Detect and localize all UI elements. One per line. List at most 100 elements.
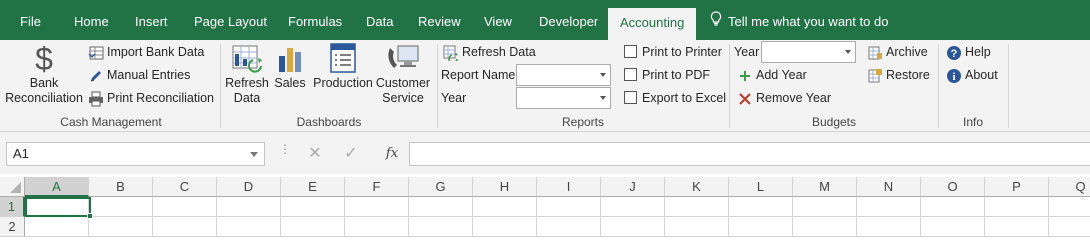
sheet-cell[interactable] xyxy=(921,217,985,237)
bank-reconciliation-button[interactable]: $ Bank Reconciliation xyxy=(4,41,84,106)
column-header[interactable]: A xyxy=(25,177,89,197)
column-header[interactable]: C xyxy=(153,177,217,197)
formula-input[interactable] xyxy=(409,142,1090,166)
column-header[interactable]: K xyxy=(665,177,729,197)
chevron-down-icon xyxy=(600,73,606,77)
sheet-cell[interactable] xyxy=(729,197,793,217)
help-button[interactable]: ? Help xyxy=(946,42,991,62)
column-header[interactable]: M xyxy=(793,177,857,197)
tab-review[interactable]: Review xyxy=(418,0,461,40)
sheet-cell[interactable] xyxy=(537,197,601,217)
refresh-dashboard-label-line1: Refresh xyxy=(225,76,269,90)
archive-button[interactable]: Archive xyxy=(867,42,928,62)
sheet-cell[interactable] xyxy=(1049,217,1090,237)
remove-year-button[interactable]: Remove Year xyxy=(737,88,831,108)
sheet-cell[interactable] xyxy=(345,197,409,217)
sheet-cell[interactable] xyxy=(281,217,345,237)
tab-home[interactable]: Home xyxy=(74,0,109,40)
tab-developer[interactable]: Developer xyxy=(539,0,598,40)
column-header[interactable]: Q xyxy=(1049,177,1090,197)
select-all-button[interactable] xyxy=(0,177,25,197)
enter-icon[interactable]: ✓ xyxy=(336,142,366,166)
column-header[interactable]: L xyxy=(729,177,793,197)
customer-service-dashboard-button[interactable]: Customer Service xyxy=(374,42,432,106)
sheet-cell[interactable] xyxy=(601,217,665,237)
tab-insert[interactable]: Insert xyxy=(135,0,168,40)
column-header[interactable]: B xyxy=(89,177,153,197)
report-year-select[interactable] xyxy=(516,87,611,109)
column-header[interactable]: N xyxy=(857,177,921,197)
sheet-cell[interactable] xyxy=(793,217,857,237)
sheet-cell[interactable] xyxy=(281,197,345,217)
sheet-cell[interactable] xyxy=(665,217,729,237)
print-to-printer-checkbox[interactable]: Print to Printer xyxy=(624,42,722,62)
column-header[interactable]: D xyxy=(217,177,281,197)
refresh-dashboard-label-line2: Data xyxy=(233,91,261,105)
column-header[interactable]: I xyxy=(537,177,601,197)
tab-accounting[interactable]: Accounting xyxy=(608,8,697,40)
sheet-cell[interactable] xyxy=(409,217,473,237)
column-header[interactable]: E xyxy=(281,177,345,197)
sheet-cell[interactable] xyxy=(153,217,217,237)
row-header[interactable]: 1 xyxy=(0,197,25,217)
print-to-printer-label: Print to Printer xyxy=(642,45,722,59)
sheet-cell[interactable] xyxy=(985,197,1049,217)
sheet-cell[interactable] xyxy=(409,197,473,217)
sheet-cell[interactable] xyxy=(729,217,793,237)
production-dashboard-button[interactable]: Production xyxy=(310,42,376,91)
sheet-cell[interactable] xyxy=(217,217,281,237)
sheet-cell[interactable] xyxy=(345,217,409,237)
add-year-button[interactable]: Add Year xyxy=(737,65,807,85)
column-header[interactable]: H xyxy=(473,177,537,197)
sheet-cell[interactable] xyxy=(217,197,281,217)
tab-page-layout[interactable]: Page Layout xyxy=(194,0,267,40)
budget-year-select[interactable] xyxy=(761,41,856,63)
insert-function-button[interactable]: fx xyxy=(377,142,407,166)
tab-file[interactable]: File xyxy=(20,0,41,40)
refresh-dashboard-button[interactable]: Refresh Data xyxy=(224,42,270,106)
sheet-cell[interactable] xyxy=(665,197,729,217)
export-to-excel-checkbox[interactable]: Export to Excel xyxy=(624,88,726,108)
tell-me-search[interactable]: Tell me what you want to do xyxy=(710,0,888,40)
report-name-select[interactable] xyxy=(516,64,611,86)
sheet-cell[interactable] xyxy=(473,217,537,237)
column-header[interactable]: G xyxy=(409,177,473,197)
column-header[interactable]: F xyxy=(345,177,409,197)
sheet-cell[interactable] xyxy=(537,217,601,237)
column-header[interactable]: J xyxy=(601,177,665,197)
import-bank-data-button[interactable]: Import Bank Data xyxy=(88,42,204,62)
name-box[interactable]: A1 xyxy=(6,142,265,166)
restore-button[interactable]: Restore xyxy=(867,65,930,85)
manual-entries-button[interactable]: Manual Entries xyxy=(88,65,190,85)
column-header[interactable]: P xyxy=(985,177,1049,197)
printer-icon xyxy=(88,91,104,107)
sheet-cell[interactable] xyxy=(25,217,89,237)
sheet-cell[interactable] xyxy=(601,197,665,217)
sheet-cell[interactable] xyxy=(985,217,1049,237)
sheet-cell[interactable] xyxy=(473,197,537,217)
sheet-cell[interactable] xyxy=(921,197,985,217)
name-box-value: A1 xyxy=(13,146,29,161)
group-separator xyxy=(220,44,221,128)
fill-handle[interactable] xyxy=(87,213,93,219)
print-reconciliation-button[interactable]: Print Reconciliation xyxy=(88,88,214,108)
column-header[interactable]: O xyxy=(921,177,985,197)
sheet-cell[interactable] xyxy=(89,197,153,217)
active-cell-cursor[interactable] xyxy=(25,197,93,219)
print-to-pdf-checkbox[interactable]: Print to PDF xyxy=(624,65,710,85)
tab-data[interactable]: Data xyxy=(366,0,393,40)
sheet-cell[interactable] xyxy=(793,197,857,217)
sheet-cell[interactable] xyxy=(1049,197,1090,217)
cancel-icon[interactable]: ✕ xyxy=(300,142,330,166)
sheet-cell[interactable] xyxy=(89,217,153,237)
about-button[interactable]: i About xyxy=(946,65,998,85)
sheet-cell[interactable] xyxy=(857,217,921,237)
sheet-cell[interactable] xyxy=(153,197,217,217)
refresh-report-data-button[interactable]: Refresh Data xyxy=(443,42,536,64)
resize-handle-icon[interactable]: ⋮ xyxy=(279,143,291,155)
tab-view[interactable]: View xyxy=(484,0,512,40)
row-header[interactable]: 2 xyxy=(0,217,25,237)
sheet-cell[interactable] xyxy=(857,197,921,217)
tab-formulas[interactable]: Formulas xyxy=(288,0,342,40)
sales-dashboard-button[interactable]: Sales xyxy=(272,42,308,91)
